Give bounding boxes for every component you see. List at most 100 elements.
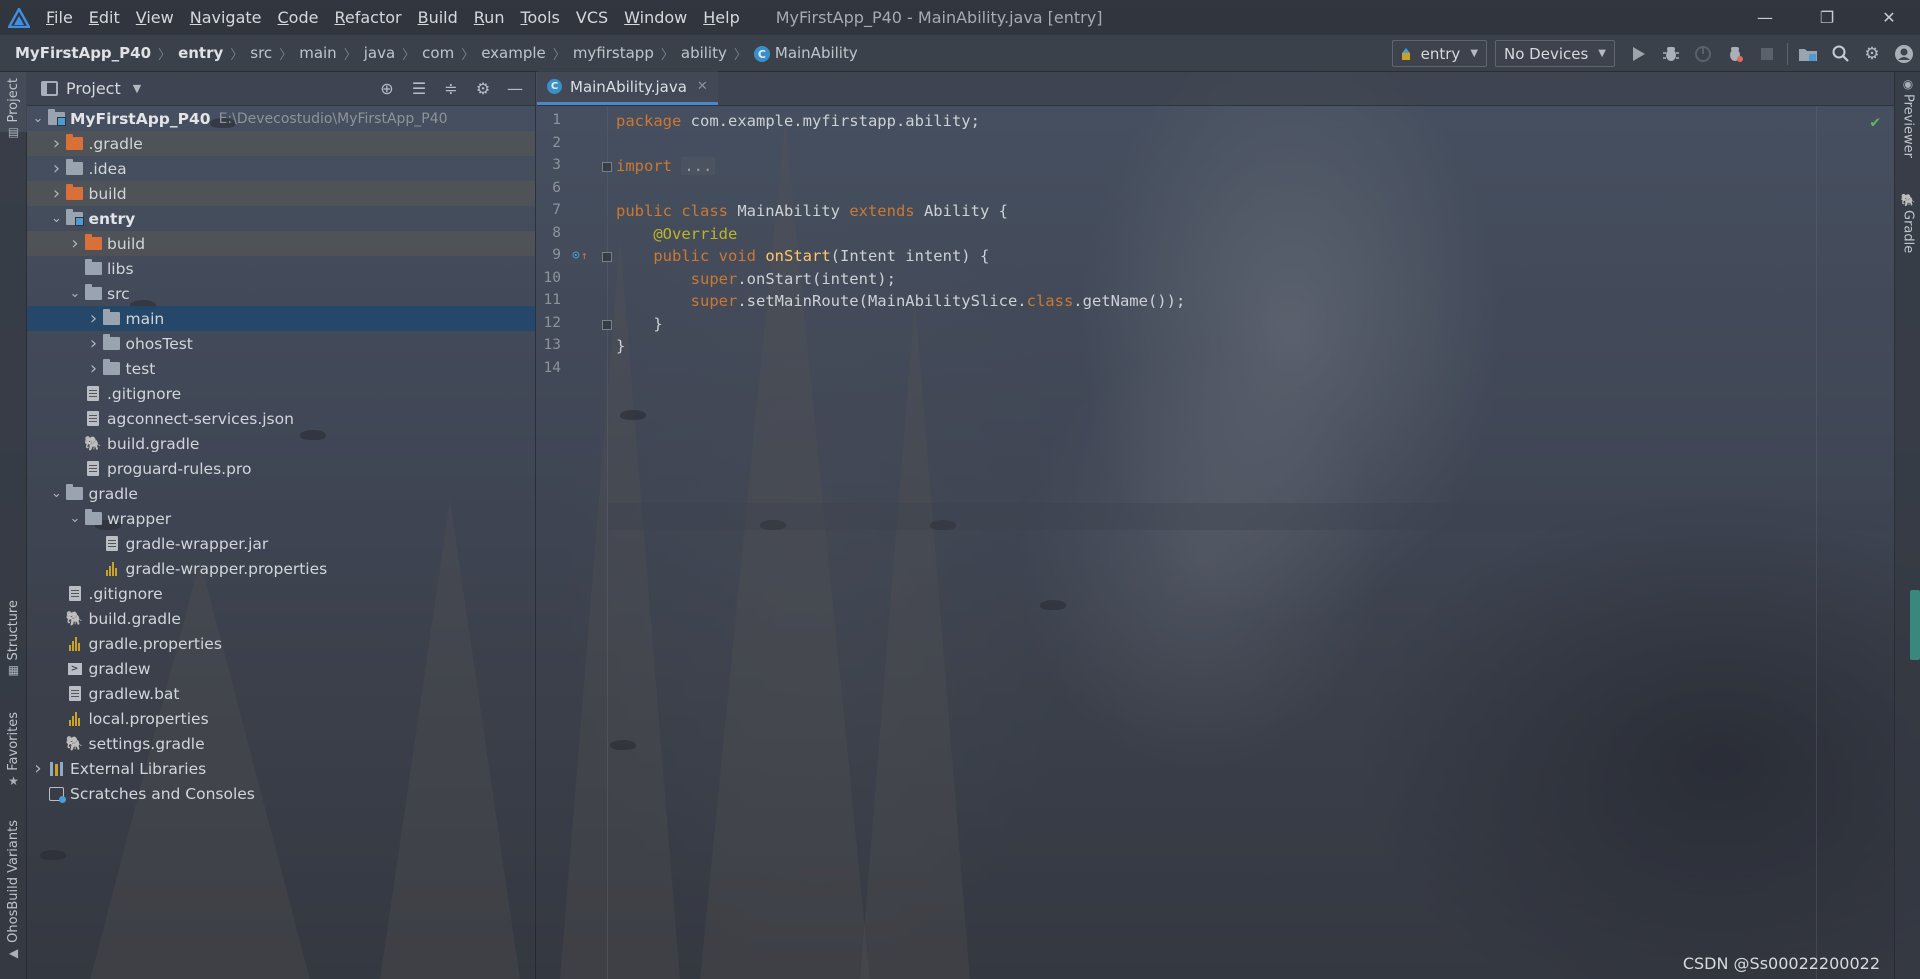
chevron-right-icon[interactable]: ›	[85, 358, 103, 379]
tree-row[interactable]: › .idea	[27, 156, 535, 181]
menu-vcs[interactable]: VCS	[568, 0, 616, 35]
tree-row[interactable]: › main	[27, 306, 535, 331]
chevron-down-icon[interactable]: ⌄	[48, 486, 66, 501]
chevron-right-icon[interactable]: ›	[48, 158, 66, 179]
run-button[interactable]	[1623, 35, 1655, 72]
menu-build[interactable]: Build	[410, 0, 466, 35]
device-select[interactable]: No Devices ▼	[1495, 40, 1615, 67]
previewer-tool-tab[interactable]: ◉ Previewer	[1895, 74, 1920, 184]
scrollbar-thumb[interactable]	[1910, 590, 1920, 660]
tab-mainability-java[interactable]: C MainAbility.java ✕	[537, 71, 718, 105]
tree-row[interactable]: .gitignore	[27, 381, 535, 406]
breadcrumb-item[interactable]: MyFirstApp_P40	[15, 44, 151, 62]
line-number-gutter[interactable]: 1 2 3 6 7 8 9 10 11 12 13 14 ⊙↑	[537, 106, 612, 979]
menu-code[interactable]: Code	[270, 0, 327, 35]
breadcrumb-item[interactable]: example	[481, 44, 546, 62]
chevron-down-icon[interactable]: ⌄	[66, 286, 84, 301]
expand-all-button[interactable]: ☰	[403, 72, 435, 106]
tree-row[interactable]: libs	[27, 256, 535, 281]
tree-row[interactable]: › .gradle	[27, 131, 535, 156]
chevron-right-icon[interactable]: ›	[66, 233, 84, 254]
tree-row[interactable]: › ohosTest	[27, 331, 535, 356]
search-everywhere-button[interactable]	[1824, 35, 1856, 72]
tree-row[interactable]: › test	[27, 356, 535, 381]
tree-row[interactable]: .gitignore	[27, 581, 535, 606]
tree-row[interactable]: ⌄ MyFirstApp_P40 E:\Devecostudio\MyFirstAp…	[27, 106, 535, 131]
chevron-right-icon[interactable]: ›	[48, 183, 66, 204]
chevron-down-icon[interactable]: ⌄	[29, 111, 47, 126]
structure-tool-tab[interactable]: Structure ▦	[0, 600, 27, 680]
locate-file-button[interactable]: ⊕	[371, 72, 403, 106]
breadcrumb-item[interactable]: myfirstapp	[573, 44, 654, 62]
attach-debugger-button[interactable]	[1719, 35, 1751, 72]
menu-window[interactable]: Window	[616, 0, 695, 35]
breadcrumb-item[interactable]: entry	[178, 44, 223, 62]
chevron-right-icon[interactable]: ›	[48, 133, 66, 154]
chevron-down-icon[interactable]: ⌄	[48, 211, 66, 226]
hide-panel-button[interactable]: —	[499, 72, 531, 106]
debug-button[interactable]	[1655, 35, 1687, 72]
tree-row[interactable]: > gradlew	[27, 656, 535, 681]
tree-row[interactable]: Scratches and Consoles	[27, 781, 535, 806]
tree-row[interactable]: › build	[27, 231, 535, 256]
stop-button[interactable]	[1751, 35, 1783, 72]
code-area[interactable]: 1 2 3 6 7 8 9 10 11 12 13 14 ⊙↑ package com.example.…	[537, 106, 1894, 979]
breadcrumb-item[interactable]: java	[364, 44, 395, 62]
menu-view[interactable]: View	[128, 0, 182, 35]
gradle-tool-tab[interactable]: 🐘 Gradle	[1895, 190, 1920, 280]
fold-toggle-icon[interactable]	[602, 162, 612, 172]
minimize-button[interactable]: —	[1734, 0, 1796, 35]
breadcrumb-item[interactable]: com	[422, 44, 454, 62]
project-tool-tab[interactable]: Project ▤	[0, 72, 27, 139]
run-config-select[interactable]: entry ▼	[1391, 40, 1488, 67]
tree-row[interactable]: ⌄ gradle	[27, 481, 535, 506]
tree-row[interactable]: local.properties	[27, 706, 535, 731]
collapse-all-button[interactable]: ≑	[435, 72, 467, 106]
breadcrumb-item[interactable]: C MainAbility	[753, 44, 858, 63]
menu-file[interactable]: File	[38, 0, 81, 35]
folded-imports[interactable]: ...	[681, 157, 716, 175]
tree-row[interactable]: ⌄ src	[27, 281, 535, 306]
close-button[interactable]: ✕	[1858, 0, 1920, 35]
menu-help[interactable]: Help	[695, 0, 747, 35]
chevron-right-icon[interactable]: ›	[29, 758, 47, 779]
project-structure-button[interactable]	[1792, 35, 1824, 72]
restore-button[interactable]: ❐	[1796, 0, 1858, 35]
tree-row[interactable]: gradle.properties	[27, 631, 535, 656]
tree-row[interactable]: ⌄ wrapper	[27, 506, 535, 531]
menu-run[interactable]: Run	[466, 0, 513, 35]
profile-button[interactable]	[1687, 35, 1719, 72]
tree-row[interactable]: 🐘 build.gradle	[27, 431, 535, 456]
fold-toggle-icon[interactable]	[602, 252, 612, 262]
tree-row[interactable]: 🐘 settings.gradle	[27, 731, 535, 756]
tree-row[interactable]: gradlew.bat	[27, 681, 535, 706]
tree-row[interactable]: proguard-rules.pro	[27, 456, 535, 481]
tree-row[interactable]: gradle-wrapper.properties	[27, 556, 535, 581]
tree-row[interactable]: agconnect-services.json	[27, 406, 535, 431]
chevron-right-icon[interactable]: ›	[85, 308, 103, 329]
project-view-select[interactable]: Project ▼	[27, 79, 141, 98]
close-icon[interactable]: ✕	[697, 79, 708, 94]
tree-row[interactable]: 🐘 build.gradle	[27, 606, 535, 631]
chevron-right-icon[interactable]: ›	[85, 333, 103, 354]
fold-toggle-icon[interactable]	[602, 319, 612, 330]
tree-row[interactable]: gradle-wrapper.jar	[27, 531, 535, 556]
account-button[interactable]	[1888, 35, 1920, 72]
breadcrumb-item[interactable]: main	[299, 44, 336, 62]
menu-edit[interactable]: Edit	[81, 0, 128, 35]
chevron-down-icon[interactable]: ⌄	[66, 511, 84, 526]
menu-refactor[interactable]: Refactor	[326, 0, 409, 35]
tree-row[interactable]: › External Libraries	[27, 756, 535, 781]
menu-tools[interactable]: Tools	[512, 0, 567, 35]
breadcrumb-item[interactable]: ability	[681, 44, 727, 62]
inspection-ok-icon[interactable]: ✔	[1870, 112, 1880, 131]
panel-options-button[interactable]: ⚙	[467, 72, 499, 106]
tree-row[interactable]: › build	[27, 181, 535, 206]
tree-row[interactable]: ⌄ entry	[27, 206, 535, 231]
breadcrumb-item[interactable]: src	[250, 44, 272, 62]
override-marker-icon[interactable]: ⊙↑	[572, 248, 587, 263]
menu-navigate[interactable]: Navigate	[182, 0, 270, 35]
ohos-build-variants-tab[interactable]: OhosBuild Variants ◀	[0, 820, 27, 970]
favorites-tool-tab[interactable]: Favorites ★	[0, 712, 27, 792]
settings-button[interactable]: ⚙	[1856, 35, 1888, 72]
